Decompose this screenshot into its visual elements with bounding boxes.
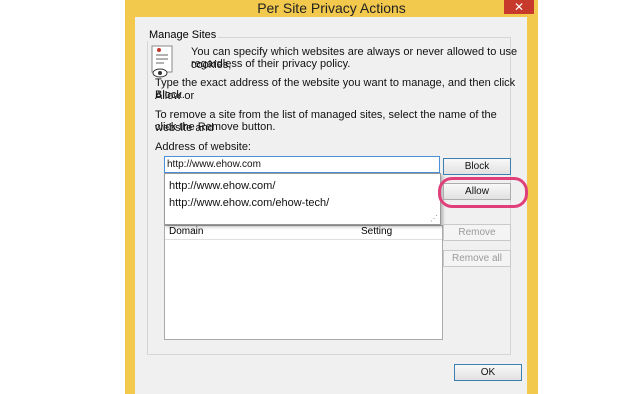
address-input[interactable]: http://www.ehow.com: [164, 156, 440, 173]
column-setting[interactable]: Setting: [361, 226, 392, 237]
managed-sites-list[interactable]: Domain Setting: [164, 225, 443, 340]
intro-text-line2: regardless of their privacy policy.: [191, 58, 351, 70]
remove-all-button[interactable]: Remove all: [443, 250, 511, 267]
close-button[interactable]: ✕: [504, 0, 534, 14]
column-domain[interactable]: Domain: [169, 226, 203, 237]
suggestion-item[interactable]: http://www.ehow.com/: [169, 180, 275, 192]
instruction-text-line1: Type the exact address of the website yo…: [155, 77, 516, 102]
remove-instruction-line2: click the Remove button.: [155, 121, 276, 133]
resize-grip-icon[interactable]: ⋰: [430, 214, 438, 223]
instruction-text-line2: Block.: [155, 89, 185, 101]
block-button[interactable]: Block: [443, 158, 511, 175]
autocomplete-dropdown: http://www.ehow.com/ http://www.ehow.com…: [164, 173, 441, 225]
list-header: Domain Setting: [165, 226, 442, 240]
privacy-document-icon: [151, 45, 173, 78]
remove-button[interactable]: Remove: [443, 224, 511, 241]
manage-sites-label: Manage Sites: [147, 29, 219, 41]
ok-button[interactable]: OK: [454, 364, 522, 381]
suggestion-item[interactable]: http://www.ehow.com/ehow-tech/: [169, 197, 329, 209]
allow-highlight-annotation: [438, 177, 528, 208]
address-label: Address of website:: [155, 141, 251, 153]
window-title: Per Site Privacy Actions: [257, 0, 406, 16]
